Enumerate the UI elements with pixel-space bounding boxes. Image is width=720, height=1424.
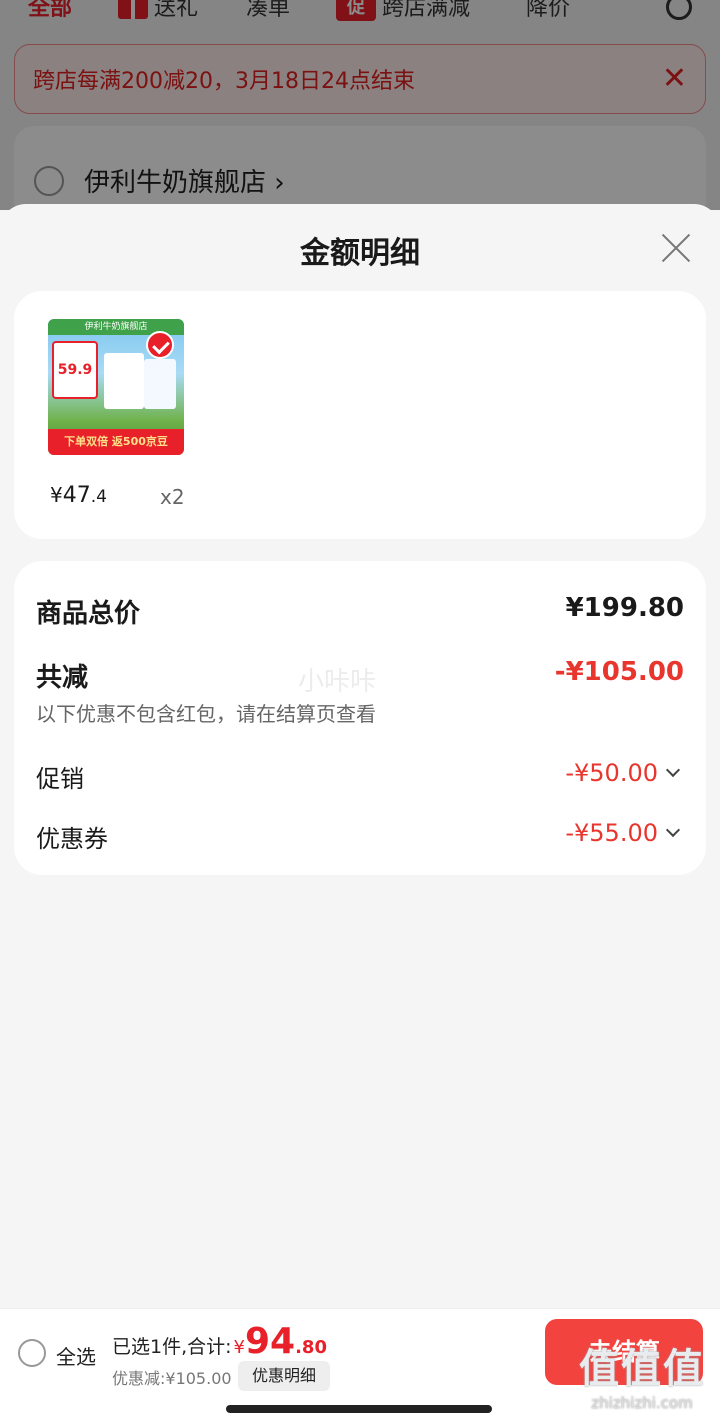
summary-text: 已选1件,合计: (112, 1336, 232, 1358)
product-image-price-tag: 59.9 (52, 341, 98, 399)
select-all-label[interactable]: 全选 (56, 1341, 96, 1370)
summary-integer: 94 (244, 1321, 296, 1362)
cart-page-background: 全部 送礼 凑单 促 跨店满减 降价 跨店每满200减20，3月18日24点结束… (0, 0, 720, 246)
coupon-value: -¥55.00 (565, 819, 658, 847)
site-url: zhizhizhi.com (591, 1394, 693, 1412)
chevron-down-icon (665, 822, 681, 838)
site-logo: 值值值 (579, 1346, 705, 1392)
promotion-value: -¥50.00 (565, 759, 658, 787)
home-indicator (226, 1405, 492, 1413)
reduction-note: 以下优惠不包含红包，请在结算页查看 (36, 702, 376, 726)
coupon-label: 优惠券 (36, 825, 108, 853)
total-price-value: ¥199.80 (565, 593, 684, 623)
price-decimal: .4 (90, 487, 107, 507)
price-integer: 47 (62, 483, 91, 508)
product-card: 伊利牛奶旗舰店 59.9 下单双倍 返500京豆 ¥47.4 x2 (14, 291, 706, 539)
discount-summary: 优惠减:¥105.00 (112, 1369, 232, 1388)
amount-detail-sheet: 金额明细 伊利牛奶旗舰店 59.9 下单双倍 返500京豆 ¥47.4 x2 小… (0, 204, 720, 1424)
milk-box-graphic (104, 353, 144, 409)
milk-box-graphic (144, 359, 176, 409)
modal-overlay[interactable] (0, 0, 720, 210)
total-summary: 已选1件,合计: ¥ 94 .80 (112, 1321, 327, 1362)
total-reduction-label: 共减 (36, 663, 89, 693)
summary-currency: ¥ (233, 1337, 245, 1358)
close-icon[interactable] (660, 232, 692, 264)
product-quantity: x2 (160, 485, 185, 509)
discount-detail-button[interactable]: 优惠明细 (238, 1361, 330, 1391)
promotion-row-toggle[interactable]: -¥50.00 (565, 759, 681, 787)
amount-detail-card: 小咔咔 商品总价 ¥199.80 共减 -¥105.00 以下优惠不包含红包，请… (14, 561, 706, 875)
coupon-row-toggle[interactable]: -¥55.00 (565, 819, 681, 847)
total-reduction-value: -¥105.00 (554, 657, 684, 687)
price-currency: ¥ (50, 483, 63, 507)
product-image[interactable]: 伊利牛奶旗舰店 59.9 下单双倍 返500京豆 (48, 319, 184, 455)
product-price: ¥47.4 (50, 483, 107, 508)
select-all-radio[interactable] (18, 1339, 46, 1367)
total-price-label: 商品总价 (36, 599, 141, 629)
product-image-promo-text: 下单双倍 返500京豆 (48, 429, 184, 455)
summary-decimal: .80 (295, 1337, 327, 1358)
sheet-title: 金额明细 (300, 236, 420, 271)
watermark-text: 小咔咔 (298, 667, 377, 697)
promotion-label: 促销 (36, 765, 84, 793)
site-watermark: 值值值 zhizhizhi.com (568, 1336, 716, 1420)
checkmark-icon (146, 331, 174, 359)
chevron-down-icon (665, 762, 681, 778)
